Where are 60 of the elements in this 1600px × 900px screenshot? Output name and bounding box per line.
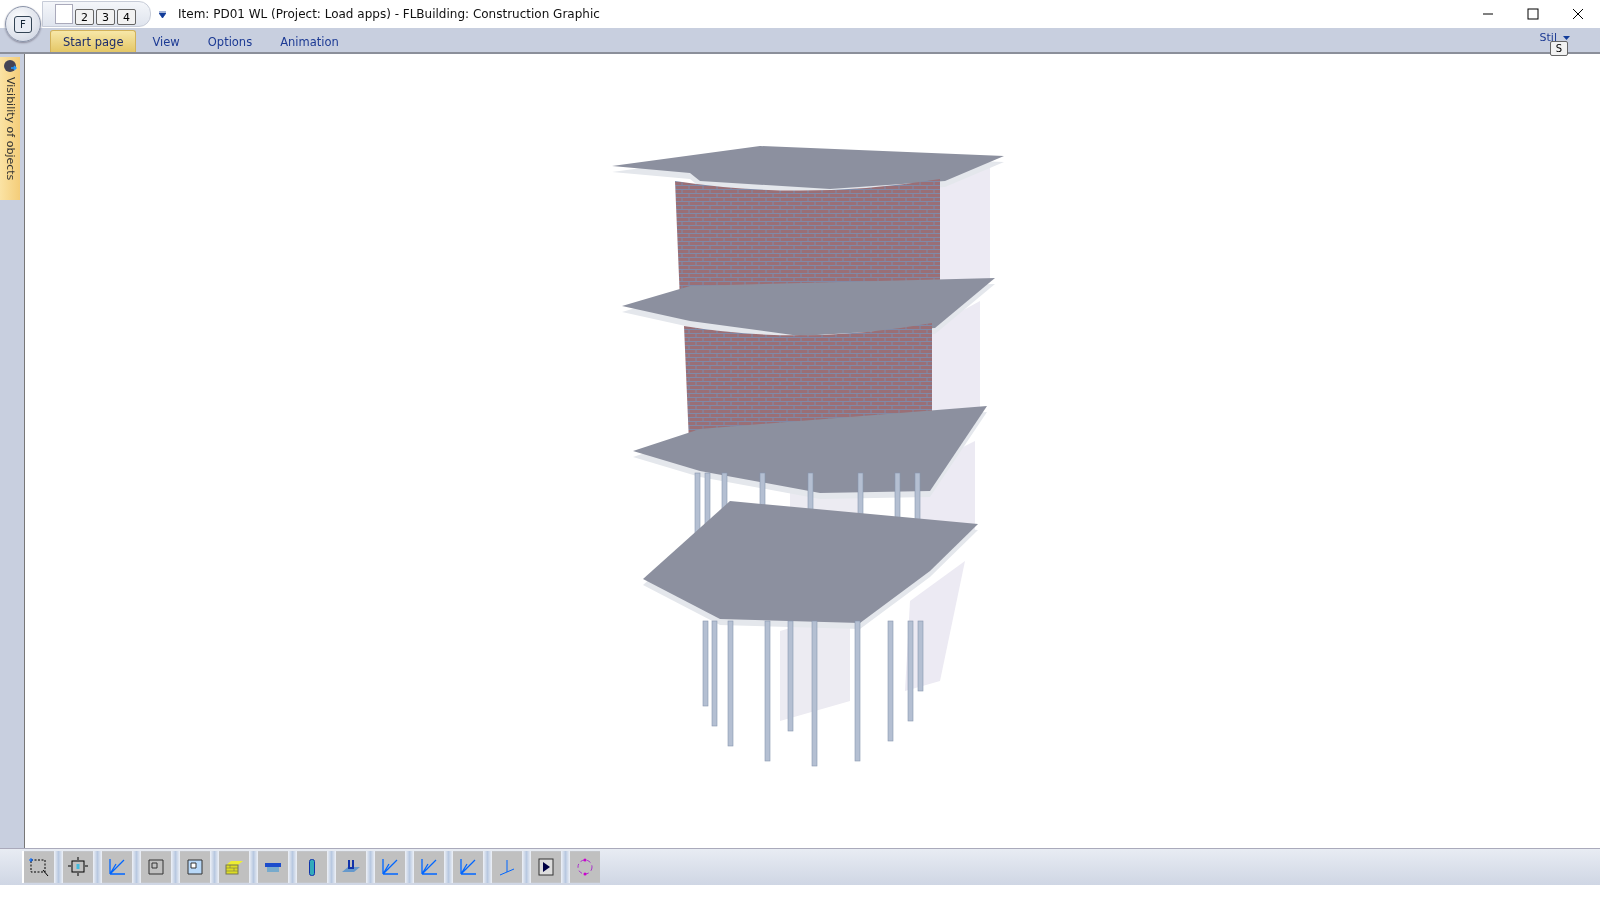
minimize-icon: [1481, 13, 1494, 15]
floor-plan-filled-tool-button[interactable]: [180, 852, 210, 882]
ribbon-tab[interactable]: Options: [195, 31, 265, 52]
zoom-fit-icon: [67, 856, 89, 878]
floor-plan-icon: [145, 856, 167, 878]
toolbar-separator: [483, 851, 492, 883]
style-menu[interactable]: Stil: [1539, 31, 1570, 44]
slab-tool-button[interactable]: [258, 852, 288, 882]
foundation-tool-button[interactable]: [336, 852, 366, 882]
axes-tool-button[interactable]: [414, 852, 444, 882]
toolbar-separator: [561, 851, 570, 883]
toolbar-separator: [522, 851, 531, 883]
play-tool-button[interactable]: [531, 852, 561, 882]
floor-plan-filled-icon: [184, 856, 206, 878]
dropdown-arrow-icon[interactable]: [159, 10, 166, 18]
column-icon: [309, 858, 315, 876]
toolbar-separator: [210, 851, 219, 883]
application-button[interactable]: F: [5, 6, 41, 42]
new-document-icon[interactable]: [55, 4, 73, 24]
toolbar-separator: [366, 851, 375, 883]
close-icon: [1571, 8, 1584, 20]
floor-plan-tool-button[interactable]: [141, 852, 171, 882]
axes-tool-button[interactable]: [492, 852, 522, 882]
app-button-keytip: F: [14, 15, 32, 33]
select-frame-tool-button[interactable]: [24, 852, 54, 882]
toolbar-separator: [327, 851, 336, 883]
toolbar-separator: [171, 851, 180, 883]
toolbar-separator: [444, 851, 453, 883]
keytip: 4: [117, 9, 136, 25]
ribbon-tab[interactable]: View: [140, 31, 192, 52]
zoom-fit-tool-button[interactable]: [63, 852, 93, 882]
rotate-icon: [574, 856, 596, 878]
maximize-icon: [1526, 8, 1539, 20]
axes-tool-button[interactable]: [453, 852, 483, 882]
axes-tool-button[interactable]: [375, 852, 405, 882]
column-tool-button[interactable]: [297, 852, 327, 882]
axes-icon: [106, 856, 128, 878]
toolbar-separator: [249, 851, 258, 883]
visibility-panel-tab[interactable]: Visibility of objects: [0, 57, 20, 200]
axes-icon: [379, 856, 401, 878]
play-icon: [535, 856, 557, 878]
rotate-tool-button[interactable]: [570, 852, 600, 882]
axes-icon: [457, 856, 479, 878]
toolbar-separator: [54, 851, 63, 883]
ribbon-tab[interactable]: Start page: [50, 30, 137, 52]
axes-icon: [418, 856, 440, 878]
toolbar-separator: [405, 851, 414, 883]
toolbar-separator: [288, 851, 297, 883]
keytip: 3: [96, 9, 115, 25]
toolbar-separator: [93, 851, 102, 883]
axes-tool-button[interactable]: [102, 852, 132, 882]
keytip: S: [1550, 41, 1568, 56]
toolbar-separator: [132, 851, 141, 883]
sphere-icon: [3, 59, 17, 73]
ribbon-tab[interactable]: Animation: [268, 31, 351, 52]
window-title: Item: PD01 WL (Project: Load apps) - FLBuilding: Construction Graphic: [178, 7, 600, 21]
dropdown-arrow-icon: [1563, 35, 1570, 40]
select-frame-icon: [28, 856, 50, 878]
keytip: 2: [75, 9, 94, 25]
brick-wall-tool-button[interactable]: [219, 852, 249, 882]
